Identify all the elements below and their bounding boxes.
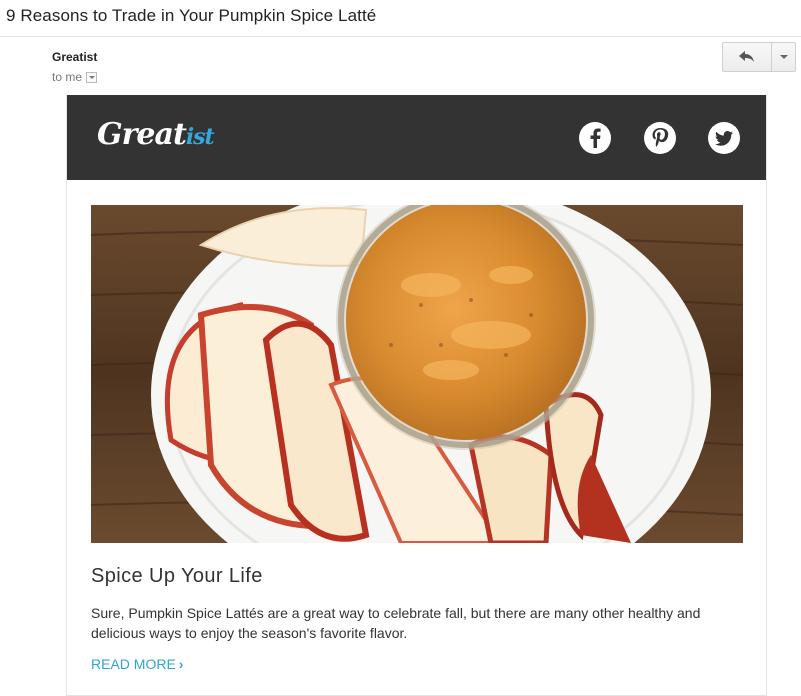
pinterest-link[interactable] bbox=[644, 122, 676, 154]
reply-button[interactable] bbox=[723, 43, 772, 71]
email-subject: 9 Reasons to Trade in Your Pumpkin Spice… bbox=[6, 6, 377, 25]
facebook-icon bbox=[590, 128, 601, 148]
hero-image[interactable] bbox=[91, 205, 743, 543]
apples-and-dip-image bbox=[91, 205, 743, 543]
greatist-logo[interactable]: Greatist bbox=[97, 117, 215, 152]
read-more-link[interactable]: READ MORE › bbox=[91, 656, 183, 672]
article-summary: Sure, Pumpkin Spice Lattés are a great w… bbox=[91, 605, 701, 641]
article-title[interactable]: Spice Up Your Life bbox=[91, 565, 263, 588]
pinterest-icon bbox=[652, 128, 669, 147]
chevron-right-icon: › bbox=[178, 656, 184, 672]
reply-button-group bbox=[722, 42, 796, 72]
newsletter-header: Greatist bbox=[67, 95, 766, 180]
email-body: Greatist Spice Up Your Life Sure, Pumpki… bbox=[66, 95, 767, 696]
more-actions-button[interactable] bbox=[772, 43, 795, 71]
chevron-down-icon bbox=[779, 55, 788, 59]
details-dropdown-icon[interactable] bbox=[86, 71, 98, 83]
sender-name[interactable]: Greatist bbox=[52, 50, 97, 64]
recipient-label: to me bbox=[52, 70, 83, 84]
twitter-link[interactable] bbox=[708, 122, 740, 154]
recipient-line: to me bbox=[52, 70, 98, 84]
twitter-icon bbox=[715, 130, 733, 146]
facebook-link[interactable] bbox=[579, 122, 611, 154]
reply-icon bbox=[739, 51, 754, 62]
subject-divider bbox=[0, 36, 801, 37]
read-more-label: READ MORE bbox=[91, 656, 176, 672]
